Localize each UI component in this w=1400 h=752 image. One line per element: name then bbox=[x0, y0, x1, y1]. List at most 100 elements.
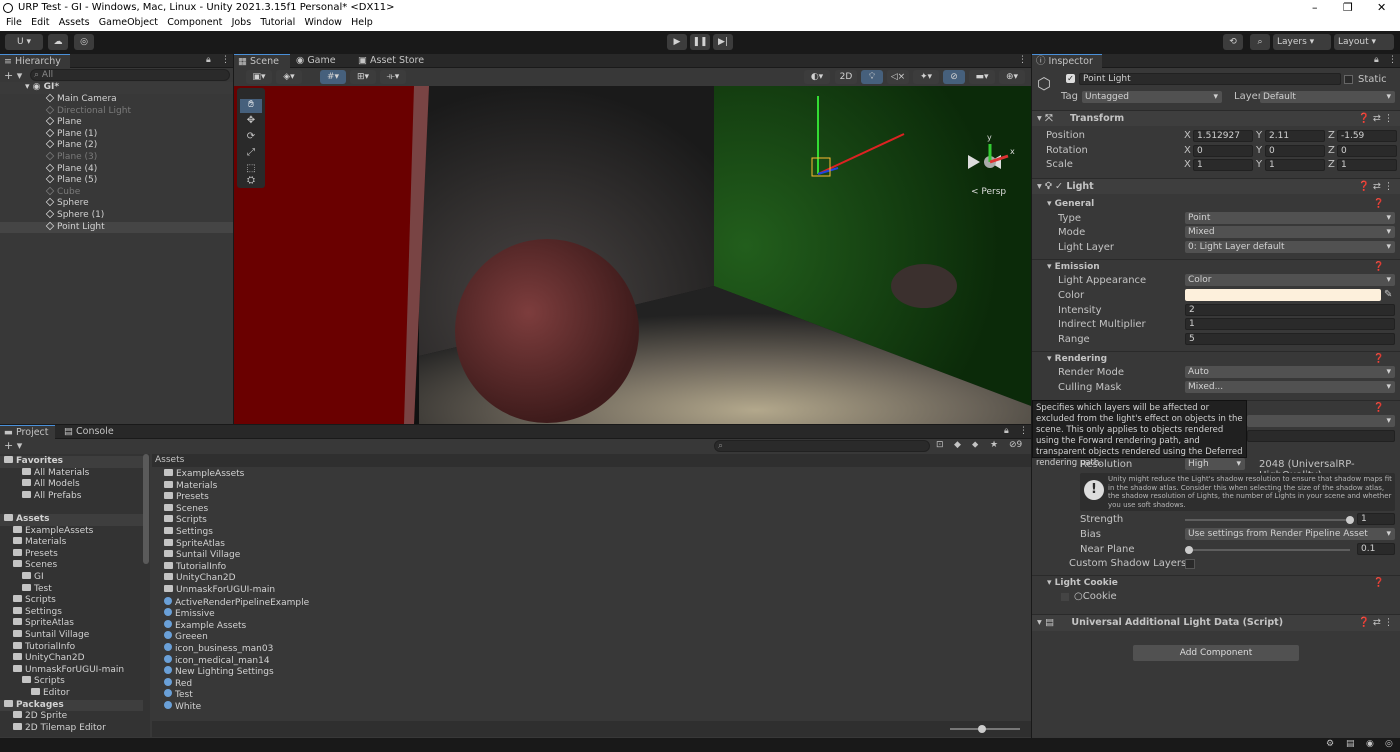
project-asset-item[interactable]: UnityChan2D bbox=[164, 573, 464, 585]
search-icon[interactable]: ⌕ bbox=[1250, 34, 1270, 50]
transform-tool-icon[interactable]: ⛭ bbox=[240, 175, 262, 187]
draw-mode-dropdown[interactable]: ▣▾ bbox=[246, 70, 272, 84]
auto-generate-lighting-icon[interactable]: ◉ bbox=[1366, 739, 1374, 749]
project-tree-item[interactable]: TutorialInfo bbox=[13, 641, 144, 654]
object-name-field[interactable]: Point Light bbox=[1079, 73, 1341, 85]
zoom-slider-handle[interactable] bbox=[978, 725, 986, 733]
tree-scrollbar[interactable] bbox=[143, 454, 149, 564]
axis-z-label[interactable]: Z bbox=[1328, 145, 1335, 156]
scene-viewport[interactable]: y x < Persp ✋︎ ✥ ⟳ ⤢ ⬚ ⛭ bbox=[234, 86, 1031, 424]
project-asset-item[interactable]: White bbox=[164, 701, 464, 713]
indirect-field[interactable]: 1 bbox=[1185, 318, 1395, 330]
hand-tool-icon[interactable]: ✋︎ bbox=[240, 99, 262, 113]
axis-x-label[interactable]: X bbox=[1184, 130, 1191, 141]
project-tree-item[interactable]: Scripts bbox=[22, 676, 144, 688]
layer-dropdown[interactable]: Default ▾ bbox=[1260, 91, 1395, 103]
active-checkbox[interactable]: ✓ bbox=[1066, 74, 1075, 83]
play-button[interactable]: ▶ bbox=[667, 34, 687, 50]
hierarchy-item[interactable]: Sphere (1) bbox=[0, 209, 233, 222]
color-swatch[interactable] bbox=[1185, 289, 1381, 301]
orientation-dropdown[interactable]: ◐▾ bbox=[804, 70, 830, 84]
menu-file[interactable]: File bbox=[6, 17, 22, 28]
collab-status-icon[interactable]: ⚙ bbox=[1326, 739, 1334, 749]
project-tree-item[interactable]: 2D Tilemap Editor bbox=[13, 722, 144, 735]
project-tree-item[interactable]: Assets bbox=[0, 514, 143, 526]
menu-assets[interactable]: Assets bbox=[59, 17, 90, 28]
project-tree-item[interactable]: Settings bbox=[13, 606, 144, 619]
project-tree-item[interactable]: ExampleAssets bbox=[13, 525, 144, 538]
hierarchy-item[interactable]: Plane (4) bbox=[0, 163, 233, 176]
project-asset-item[interactable]: Scripts bbox=[164, 515, 464, 527]
cloud-icon[interactable]: ☁ bbox=[48, 34, 68, 50]
visibility-toggle-icon[interactable]: ⊘ bbox=[943, 70, 965, 84]
transform-rotation-z-field[interactable]: 0 bbox=[1337, 144, 1397, 157]
hierarchy-item[interactable]: Plane (2) bbox=[0, 140, 233, 152]
axis-z-label[interactable]: Z bbox=[1328, 130, 1335, 141]
appearance-dropdown[interactable]: Color ▾ bbox=[1185, 274, 1395, 286]
menu-tutorial[interactable]: Tutorial bbox=[260, 17, 295, 28]
transform-position-y-field[interactable]: 2.11 bbox=[1265, 130, 1325, 142]
lock-icon[interactable]: 🔒︎ bbox=[1004, 426, 1009, 436]
project-tree-item[interactable]: Suntail Village bbox=[13, 630, 144, 642]
transform-header[interactable]: ▾ ⤧ Transform ❓ ⇄ ⋮ bbox=[1032, 110, 1400, 126]
script-header[interactable]: ▾ ▤ Universal Additional Light Data (Scr… bbox=[1032, 614, 1400, 631]
project-asset-item[interactable]: Suntail Village bbox=[164, 550, 464, 562]
axis-x-label[interactable]: X bbox=[1184, 159, 1191, 170]
light-header[interactable]: ▾ 💡︎ ✓ Light ❓ ⇄ ⋮ bbox=[1032, 178, 1400, 194]
axis-z-label[interactable]: Z bbox=[1328, 159, 1335, 170]
more-icon[interactable]: ⋮ bbox=[221, 55, 230, 65]
grid-snap-dropdown[interactable]: #▾ bbox=[320, 70, 346, 84]
transform-scale-x-field[interactable]: 1 bbox=[1193, 159, 1253, 171]
hierarchy-item[interactable]: Sphere bbox=[0, 198, 233, 210]
effects-dropdown[interactable]: ✦▾ bbox=[913, 70, 939, 84]
near-plane-slider-track[interactable] bbox=[1185, 549, 1350, 551]
axis-x-label[interactable]: X bbox=[1184, 145, 1191, 156]
project-asset-item[interactable]: Emissive bbox=[164, 608, 464, 620]
axis-y-label[interactable]: Y bbox=[1256, 145, 1262, 156]
add-component-button[interactable]: Add Component bbox=[1133, 645, 1299, 661]
axis-y-label[interactable]: Y bbox=[1256, 130, 1262, 141]
project-asset-item[interactable]: Presets bbox=[164, 492, 464, 504]
hierarchy-item[interactable]: Plane bbox=[0, 116, 233, 129]
eyedropper-icon[interactable]: ✎ bbox=[1384, 289, 1392, 300]
layout-dropdown[interactable]: Layout ▾ bbox=[1334, 34, 1394, 50]
account-button[interactable]: U ▾ bbox=[5, 34, 43, 50]
rotate-tool-icon[interactable]: ⟳ bbox=[240, 131, 262, 145]
transform-position-z-field[interactable]: -1.59 bbox=[1337, 130, 1397, 142]
project-asset-item[interactable]: Materials bbox=[164, 480, 464, 493]
search-by-type-icon[interactable]: ⊡ bbox=[936, 440, 944, 450]
transform-rotation-y-field[interactable]: 0 bbox=[1265, 144, 1325, 157]
shadow-type-dropdown[interactable]: ▾ bbox=[1247, 415, 1395, 427]
tag-icon[interactable]: ⬥ bbox=[972, 440, 978, 450]
camera-dropdown[interactable]: ▬▾ bbox=[969, 70, 995, 84]
mode-dropdown[interactable]: Mixed ▾ bbox=[1185, 226, 1395, 238]
breadcrumb-assets[interactable]: Assets bbox=[155, 455, 184, 465]
project-asset-item[interactable]: Greeen bbox=[164, 631, 464, 643]
scale-tool-icon[interactable]: ⤢ bbox=[240, 147, 262, 161]
layers-dropdown[interactable]: Layers ▾ bbox=[1273, 34, 1331, 50]
project-asset-item[interactable]: SpriteAtlas bbox=[164, 538, 464, 551]
tab-scene[interactable]: ▦ Scene bbox=[234, 54, 290, 68]
transform-scale-y-field[interactable]: 1 bbox=[1265, 159, 1325, 171]
hierarchy-item[interactable]: Plane (5) bbox=[0, 174, 233, 187]
project-asset-item[interactable]: New Lighting Settings bbox=[164, 666, 464, 678]
project-tree-item[interactable]: 2D Sprite bbox=[13, 711, 144, 723]
lighting-toggle-icon[interactable]: 💡︎ bbox=[861, 70, 883, 84]
range-field[interactable]: 5 bbox=[1185, 333, 1395, 345]
tab-console[interactable]: ▤ Console bbox=[60, 425, 120, 439]
project-tree-item[interactable]: All Models bbox=[22, 479, 144, 491]
project-tree-item[interactable]: Editor bbox=[31, 688, 144, 700]
strength-slider-handle[interactable] bbox=[1346, 516, 1354, 524]
history-icon[interactable]: ⟲ bbox=[1223, 34, 1243, 50]
static-checkbox[interactable] bbox=[1344, 75, 1353, 84]
minimize-button[interactable]: – bbox=[1312, 1, 1318, 14]
tab-asset-store[interactable]: ▣ Asset Store bbox=[354, 54, 444, 68]
tab-inspector[interactable]: ⓘ Inspector bbox=[1032, 54, 1102, 68]
restore-button[interactable]: ❐ bbox=[1343, 1, 1353, 14]
more-icon[interactable]: ⋮ bbox=[1019, 426, 1028, 436]
project-asset-item[interactable]: ExampleAssets bbox=[164, 469, 464, 481]
project-asset-item[interactable]: TutorialInfo bbox=[164, 561, 464, 574]
emission-section[interactable]: ▾ Emission ❓ bbox=[1032, 259, 1400, 273]
hierarchy-item[interactable]: Point Light bbox=[0, 221, 233, 234]
tab-game[interactable]: ◉ Game bbox=[292, 54, 352, 68]
